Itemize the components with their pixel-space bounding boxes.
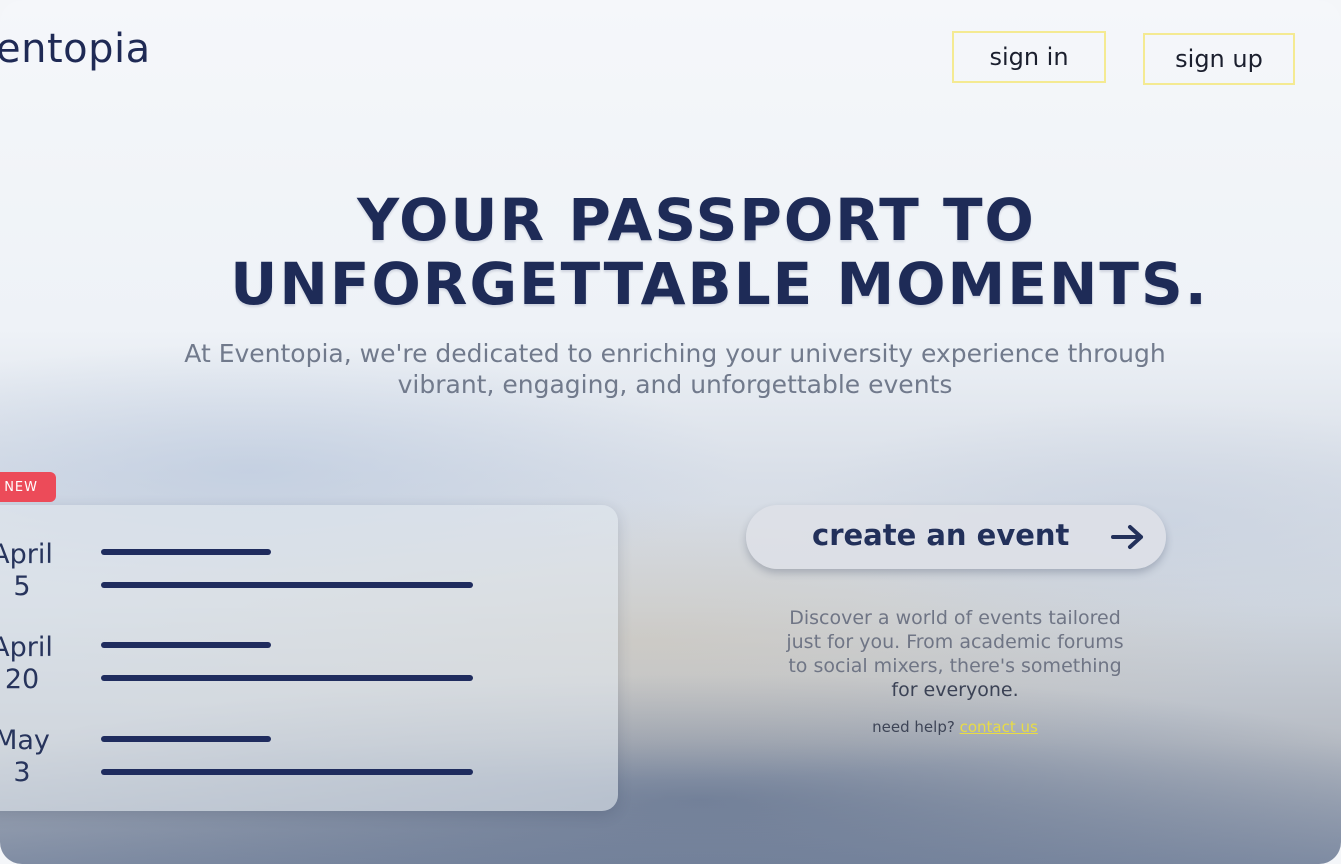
- event-title-placeholder: [101, 549, 271, 555]
- event-month: May: [0, 725, 50, 756]
- event-day: 20: [4, 664, 40, 695]
- event-day: 5: [13, 571, 31, 602]
- sign-up-button[interactable]: sign up: [1143, 33, 1295, 85]
- upcoming-events-card[interactable]: April 5 April 20 May 3: [0, 505, 618, 811]
- page-background: entopia sign in sign up YOUR PASSPORT TO…: [0, 0, 1341, 864]
- hero-title-line-1: YOUR PASSPORT TO: [357, 186, 1036, 254]
- event-day: 3: [13, 757, 31, 788]
- create-event-button[interactable]: create an event: [746, 505, 1166, 569]
- event-month: April: [0, 539, 53, 570]
- description-text: Discover a world of events tailored just…: [745, 606, 1165, 702]
- hero-title: YOUR PASSPORT TO UNFORGETTABLE MOMENTS.: [0, 188, 1341, 316]
- event-date: May 3: [0, 725, 64, 789]
- help-label: need help?: [872, 718, 955, 736]
- create-event-label: create an event: [812, 518, 1070, 552]
- brand-logo[interactable]: entopia: [0, 26, 151, 72]
- description-line: just for you. From academic forums: [786, 631, 1124, 653]
- hero-subtitle-line-1: At Eventopia, we're dedicated to enrichi…: [184, 339, 1166, 368]
- event-detail-placeholder: [101, 675, 473, 681]
- event-title-placeholder: [101, 736, 271, 742]
- new-badge: NEW: [0, 472, 56, 502]
- description-line: to social mixers, there's something: [788, 655, 1122, 677]
- sign-in-button[interactable]: sign in: [952, 31, 1106, 83]
- arrow-right-icon: [1111, 524, 1145, 554]
- event-detail-placeholder: [101, 769, 473, 775]
- event-detail-placeholder: [101, 582, 473, 588]
- help-text: need help? contact us: [745, 718, 1165, 736]
- hero-title-line-2: UNFORGETTABLE MOMENTS.: [230, 250, 1209, 318]
- event-date: April 5: [0, 539, 64, 603]
- contact-us-link[interactable]: contact us: [960, 718, 1038, 736]
- event-month: April: [0, 632, 53, 663]
- event-title-placeholder: [101, 642, 271, 648]
- hero-subtitle-line-2: vibrant, engaging, and unforgettable eve…: [397, 370, 953, 399]
- event-date: April 20: [0, 632, 64, 696]
- description-line: for everyone.: [891, 679, 1019, 701]
- hero-subtitle: At Eventopia, we're dedicated to enrichi…: [100, 338, 1250, 400]
- description-line: Discover a world of events tailored: [789, 607, 1121, 629]
